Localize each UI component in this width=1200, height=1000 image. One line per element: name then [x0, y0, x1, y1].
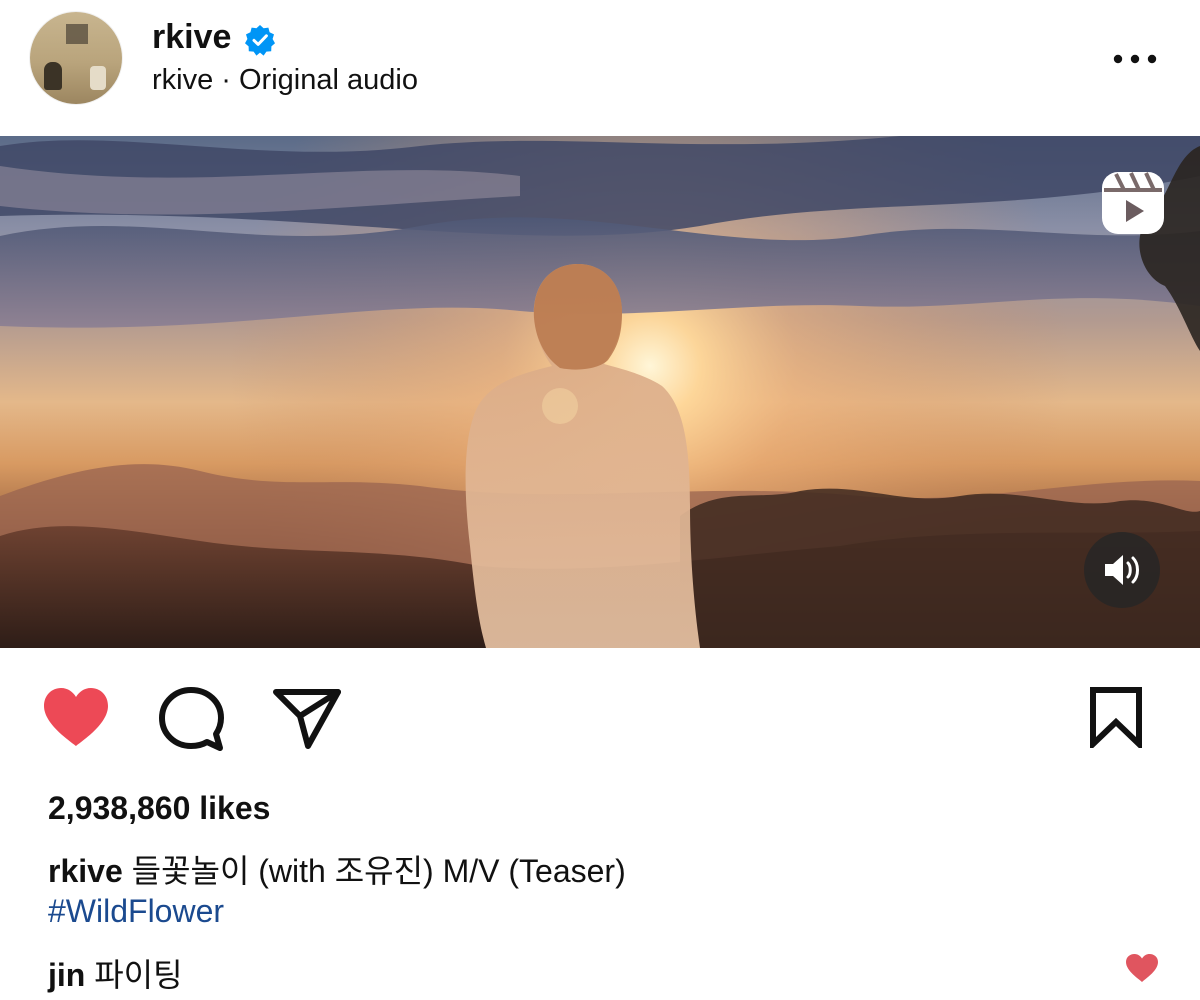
speaker-on-icon — [1105, 555, 1139, 585]
comment-row: jin 파이팅 — [48, 950, 183, 996]
post-header: rkive rkive · Original audio — [0, 0, 1200, 136]
comment-like-icon[interactable] — [1124, 952, 1160, 984]
bookmark-icon[interactable] — [1088, 686, 1144, 748]
likes-count[interactable]: 2,938,860 likes — [48, 790, 270, 827]
action-bar — [0, 648, 1200, 778]
comment-icon[interactable] — [158, 686, 224, 752]
caption-text: 들꽃놀이 (with 조유진) M/V (Teaser) — [131, 853, 626, 889]
verified-badge-icon — [245, 25, 275, 56]
caption-username[interactable]: rkive — [48, 853, 123, 889]
post-username[interactable]: rkive — [152, 18, 231, 57]
audio-toggle-button[interactable] — [1084, 532, 1160, 608]
avatar[interactable] — [30, 12, 122, 104]
caption-hashtag[interactable]: #WildFlower — [48, 893, 224, 930]
more-options-icon[interactable] — [1110, 44, 1160, 74]
avatar-figure — [44, 62, 62, 90]
comment-text: 파이팅 — [94, 957, 183, 993]
reel-video[interactable] — [0, 136, 1200, 648]
comment-username[interactable]: jin — [48, 957, 85, 993]
send-icon[interactable] — [272, 686, 342, 750]
audio-subtitle[interactable]: rkive · Original audio — [152, 64, 418, 97]
avatar-object — [90, 66, 106, 90]
avatar-window — [66, 24, 88, 44]
caption: rkive 들꽃놀이 (with 조유진) M/V (Teaser) — [48, 846, 626, 892]
heart-filled-icon[interactable] — [40, 686, 112, 750]
reels-icon[interactable] — [1098, 168, 1168, 238]
video-frame-image — [0, 136, 1200, 648]
